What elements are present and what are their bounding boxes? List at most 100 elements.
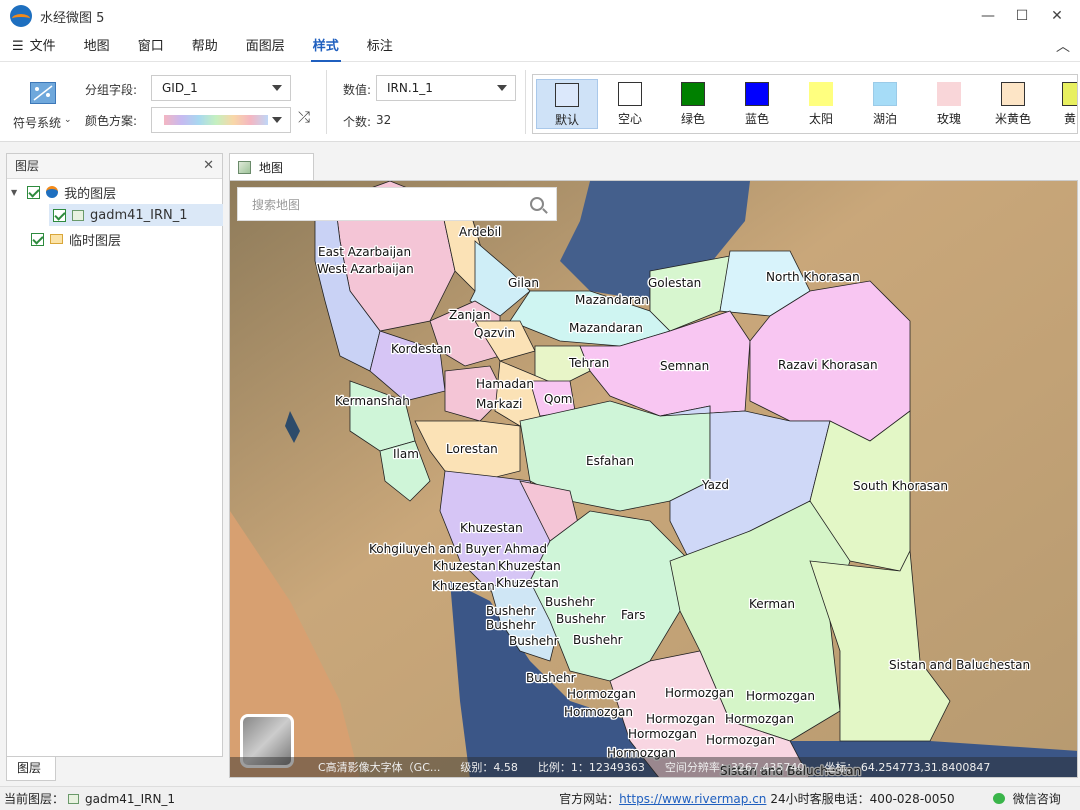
layer-group-my-layers[interactable]: ▼ 我的图层 — [11, 181, 116, 203]
swatch-sun[interactable]: 太阳 — [790, 79, 852, 129]
map-label: Hormozgan — [706, 733, 775, 747]
wechat-consult-button[interactable]: 微信咨询 — [1013, 790, 1061, 807]
map-label: North Khorasan — [766, 270, 860, 284]
layer-checkbox[interactable] — [31, 232, 44, 246]
swatch-label: 米黄色 — [994, 112, 1031, 126]
map-label: Kermanshah — [335, 394, 410, 408]
swatch-lake[interactable]: 湖泊 — [854, 79, 916, 129]
map-label: Bushehr — [526, 671, 576, 685]
layer-checkbox[interactable] — [27, 185, 41, 199]
map-search-input[interactable]: 搜索地图 — [237, 187, 557, 221]
swatch-label: 绿色 — [680, 112, 705, 126]
layer-checkbox[interactable] — [53, 208, 66, 222]
value-select-value: IRN.1_1 — [387, 81, 433, 95]
layer-item-gadm41[interactable]: gadm41_IRN_1 — [49, 204, 223, 226]
map-label: Bushehr — [509, 634, 559, 648]
swatch-label: 玫瑰 — [936, 112, 961, 126]
swatch-color — [618, 82, 642, 106]
color-scheme-label: 颜色方案: — [85, 114, 138, 128]
ribbon-separator — [525, 70, 526, 134]
swatch-color — [681, 82, 705, 106]
menu-help[interactable]: 帮助 — [178, 32, 232, 62]
map-label: Ardebil — [459, 225, 501, 239]
close-icon[interactable]: ✕ — [203, 154, 214, 178]
menu-map[interactable]: 地图 — [70, 32, 124, 62]
polygon-layer-icon — [72, 209, 84, 221]
swatch-blue[interactable]: 蓝色 — [726, 79, 788, 129]
menu-polygon-layer[interactable]: 面图层 — [232, 32, 299, 62]
wechat-icon — [992, 793, 1005, 804]
map-label: Bushehr — [556, 612, 606, 626]
menu-annotation[interactable]: 标注 — [353, 32, 407, 62]
map-label: Qazvin — [474, 326, 515, 340]
tab-map[interactable]: 地图 — [229, 153, 314, 180]
swatch-beige[interactable]: 米黄色 — [982, 79, 1044, 129]
map-label: Hormozgan — [725, 712, 794, 726]
map-label: Fars — [621, 608, 645, 622]
status-bar: 当前图层： gadm41_IRN_1 官方网站： https://www.riv… — [0, 786, 1080, 810]
swatch-hollow[interactable]: 空心 — [599, 79, 661, 129]
count-label: 个数: — [343, 115, 372, 129]
swatch-label: 湖泊 — [872, 112, 897, 126]
count-value: 32 — [376, 113, 392, 127]
style-ribbon: 符号系统 ⌄ 分组字段: GID_1 颜色方案: ⤮ 数值: IRN.1_1 个… — [0, 62, 1080, 142]
app-logo-icon — [46, 186, 59, 198]
hamburger-icon[interactable]: ☰ — [12, 39, 24, 54]
swatch-default[interactable]: 默认 — [536, 79, 598, 129]
swatch-rose[interactable]: 玫瑰 — [918, 79, 980, 129]
map-label: Hormozgan — [564, 705, 633, 719]
map-canvas[interactable]: East Azarbaijan West Azarbaijan Ardebil … — [230, 181, 1078, 778]
cursor-coordinates: 坐标： 64.254773,31.8400847 — [824, 761, 991, 774]
website-link[interactable]: https://www.rivermap.cn — [619, 792, 766, 806]
map-tab-icon — [238, 160, 251, 174]
shuffle-colors-icon[interactable]: ⤮ — [298, 108, 310, 126]
swatch-color — [873, 82, 897, 106]
layers-panel-header: 图层 ✕ — [7, 154, 222, 179]
chevron-down-icon[interactable]: ⌄ — [64, 115, 72, 125]
symbol-system-icon[interactable] — [30, 82, 56, 104]
layers-bottom-tab[interactable]: 图层 — [6, 757, 56, 781]
color-ramp-preview — [164, 115, 268, 125]
spatial-resolution: 空间分辨率：3267.435740 — [664, 761, 805, 774]
expand-triangle-icon[interactable]: ▼ — [11, 188, 17, 197]
map-label: Lorestan — [446, 442, 498, 456]
map-label: South Khorasan — [853, 479, 948, 493]
map-label: Khuzestan — [460, 521, 523, 535]
menu-file[interactable]: 文件 — [24, 32, 70, 62]
symbol-system-label[interactable]: 符号系统 — [13, 114, 61, 131]
polygon-layer-icon — [68, 793, 80, 804]
swatch-green[interactable]: 绿色 — [662, 79, 724, 129]
map-label: Hormozgan — [746, 689, 815, 703]
menu-window[interactable]: 窗口 — [124, 32, 178, 62]
group-field-label: 分组字段: — [85, 83, 138, 97]
menu-style[interactable]: 样式 — [299, 32, 353, 62]
tab-map-label: 地图 — [259, 160, 284, 175]
layer-group-temp[interactable]: 临时图层 — [31, 228, 121, 250]
title-bar: 水经微图 5 — ☐ ✕ — [0, 0, 1080, 32]
map-label: Kordestan — [391, 342, 451, 356]
map-label: Gilan — [508, 276, 539, 290]
layers-panel: 图层 ✕ ▼ 我的图层 gadm41_IRN_1 临时图层 — [6, 153, 223, 757]
swatch-label: 太阳 — [808, 112, 833, 126]
group-field-value: GID_1 — [162, 81, 198, 95]
color-scheme-select[interactable] — [151, 107, 291, 133]
app-logo-icon — [10, 5, 32, 27]
swatch-label: 蓝色 — [744, 112, 769, 126]
swatch-color — [745, 82, 769, 106]
map-search-placeholder: 搜索地图 — [252, 197, 301, 212]
swatch-color — [809, 82, 833, 106]
map-label: Bushehr — [486, 618, 536, 632]
style-swatch-gallery: 默认 空心 绿色 蓝色 太阳 湖泊 玫瑰 米黄色 黄 — [532, 74, 1078, 134]
close-button[interactable]: ✕ — [1034, 0, 1080, 32]
search-icon[interactable] — [530, 197, 544, 211]
app-title: 水经微图 5 — [40, 10, 105, 26]
value-select[interactable]: IRN.1_1 — [376, 75, 516, 101]
map-label: Hamadan — [476, 377, 534, 391]
collapse-ribbon-icon[interactable]: ︿ — [1056, 36, 1070, 56]
map-label: Tehran — [568, 356, 609, 370]
current-layer-label: 当前图层： — [4, 792, 65, 806]
swatch-yellow[interactable]: 黄 — [1046, 79, 1077, 129]
group-field-select[interactable]: GID_1 — [151, 75, 291, 101]
map-view[interactable]: East Azarbaijan West Azarbaijan Ardebil … — [229, 180, 1078, 778]
map-label: Hormozgan — [665, 686, 734, 700]
